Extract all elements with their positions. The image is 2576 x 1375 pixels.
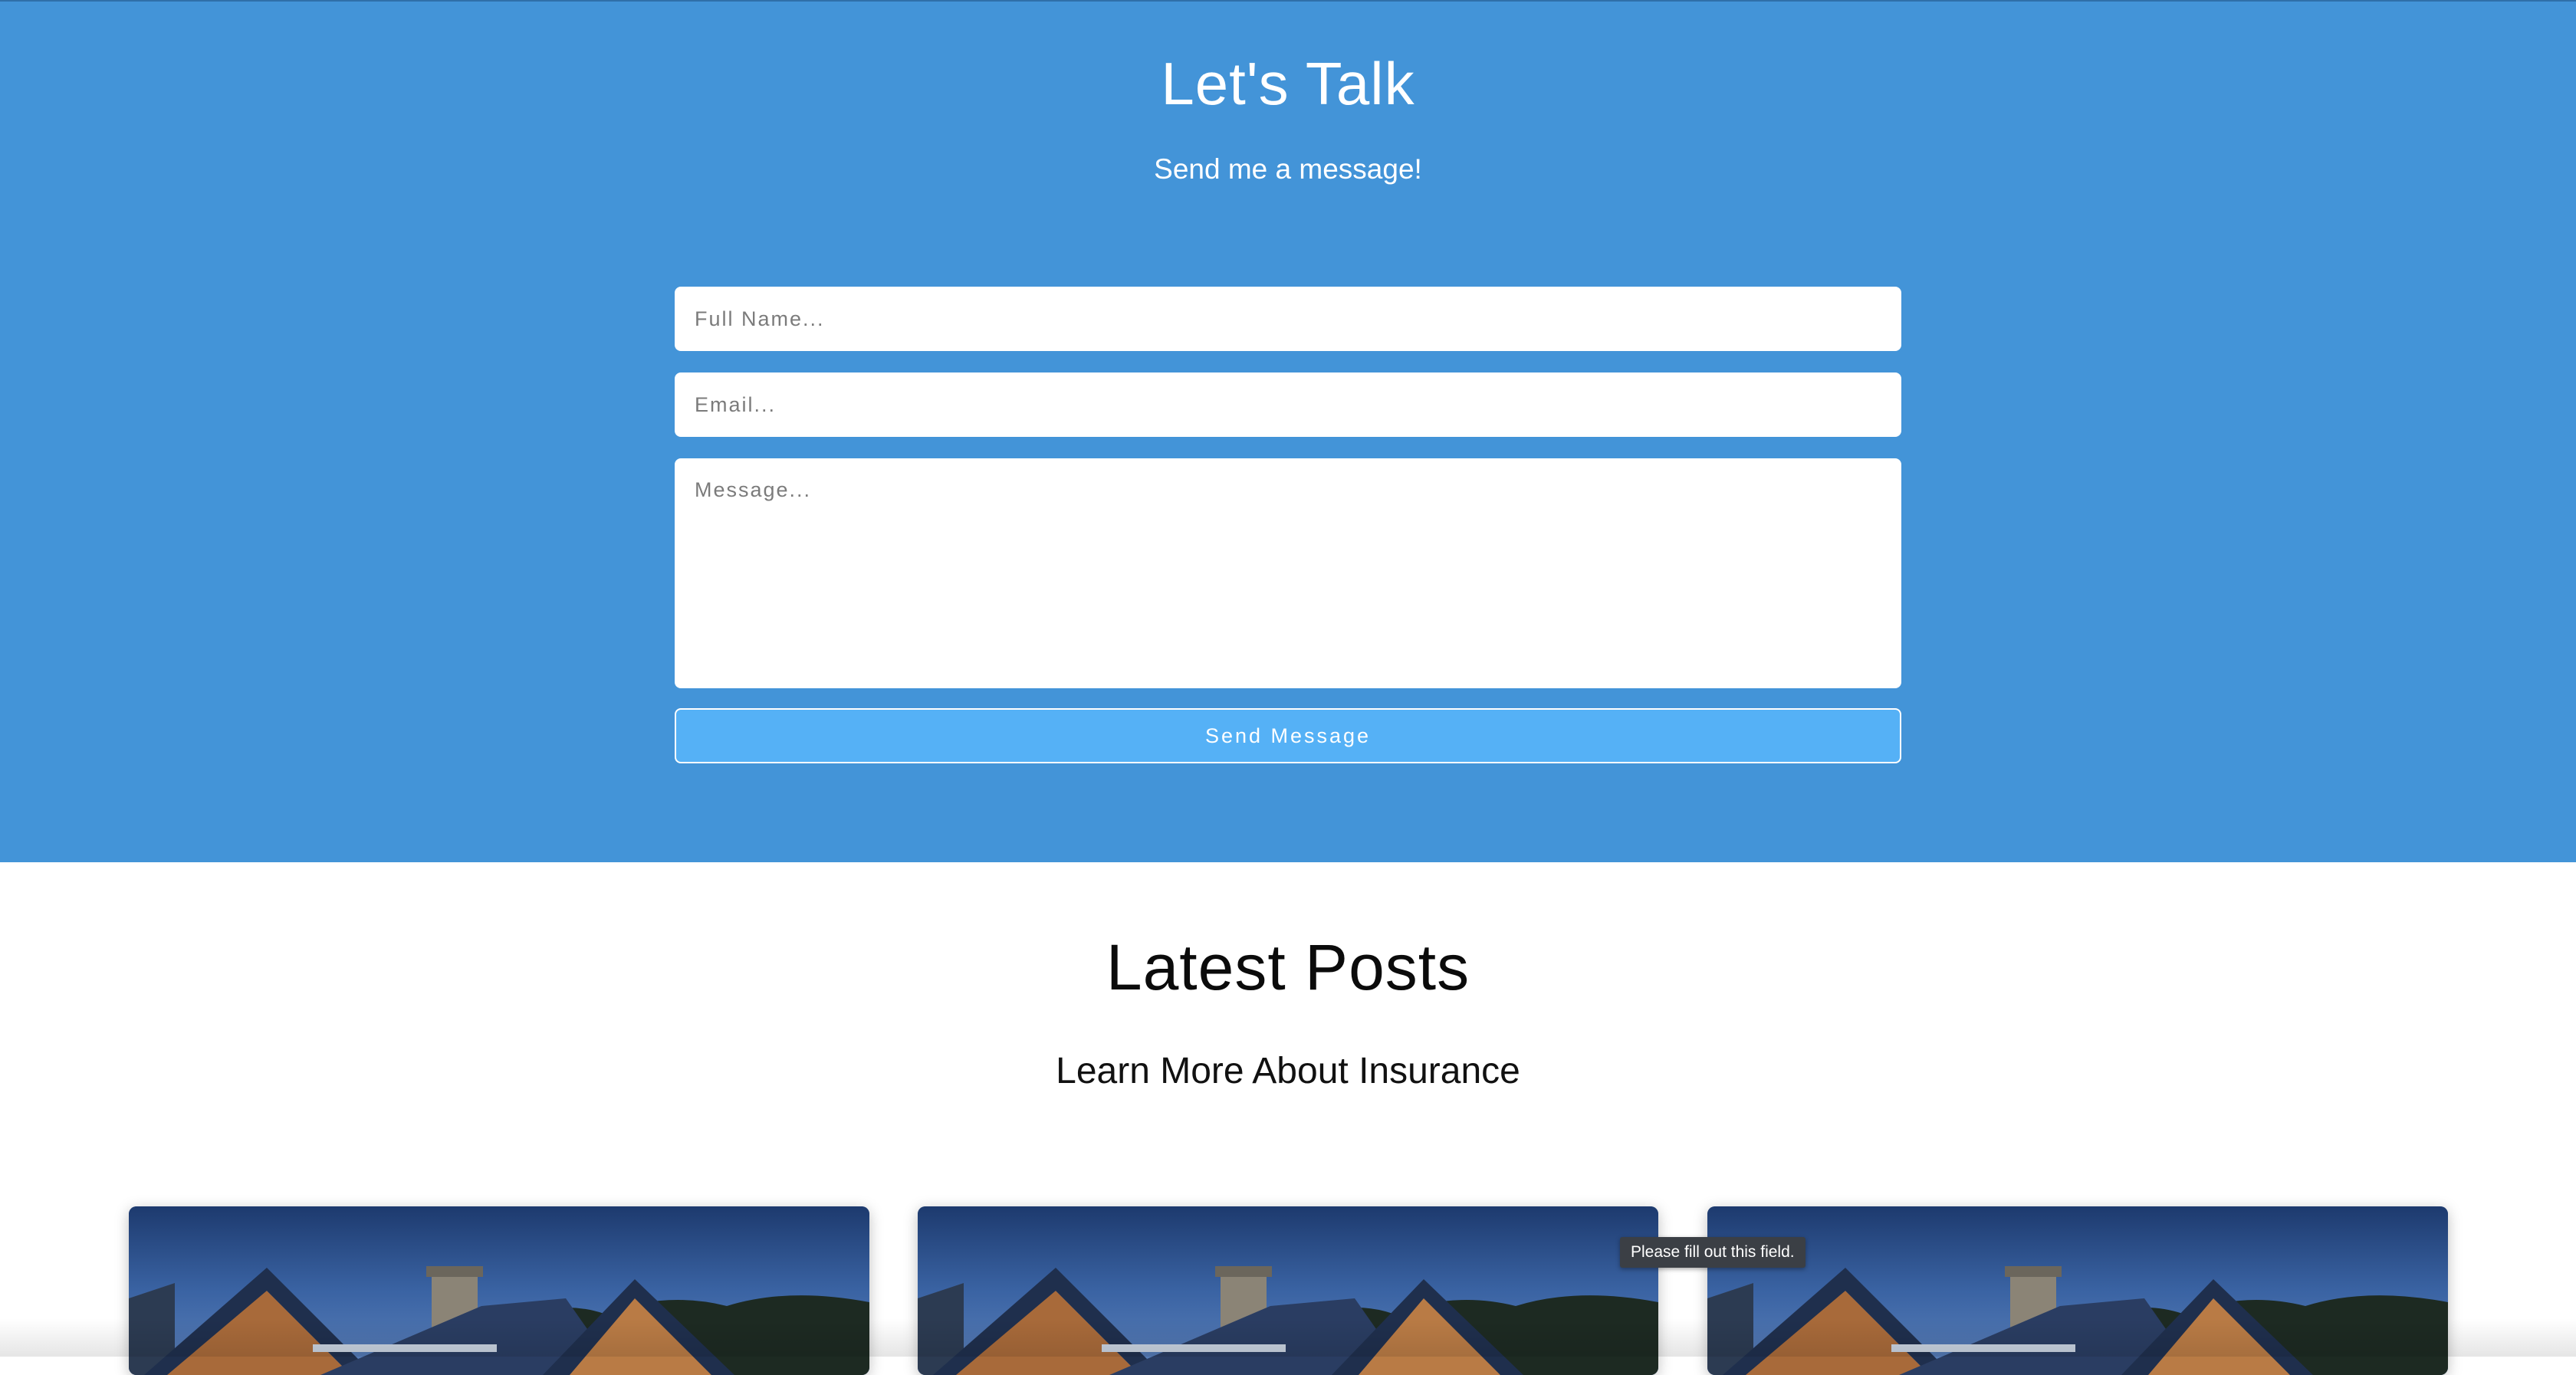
send-message-button[interactable]: Send Message — [675, 708, 1901, 763]
posts-title: Latest Posts — [1106, 931, 1470, 1003]
full-name-input[interactable] — [675, 287, 1901, 351]
email-input[interactable] — [675, 372, 1901, 437]
post-card[interactable] — [129, 1206, 869, 1375]
house-roof-photo — [1707, 1206, 2448, 1375]
house-roof-photo — [129, 1206, 869, 1375]
validation-tooltip: Please fill out this field. — [1620, 1237, 1806, 1268]
contact-title: Let's Talk — [1161, 50, 1415, 117]
house-roof-photo — [918, 1206, 1658, 1375]
contact-subtitle: Send me a message! — [1154, 153, 1422, 185]
message-textarea[interactable] — [675, 458, 1901, 688]
post-card[interactable] — [918, 1206, 1658, 1375]
post-card[interactable] — [1707, 1206, 2448, 1375]
posts-subtitle: Learn More About Insurance — [1056, 1051, 1520, 1091]
contact-section: Let's Talk Send me a message! Send Messa… — [0, 0, 2576, 862]
